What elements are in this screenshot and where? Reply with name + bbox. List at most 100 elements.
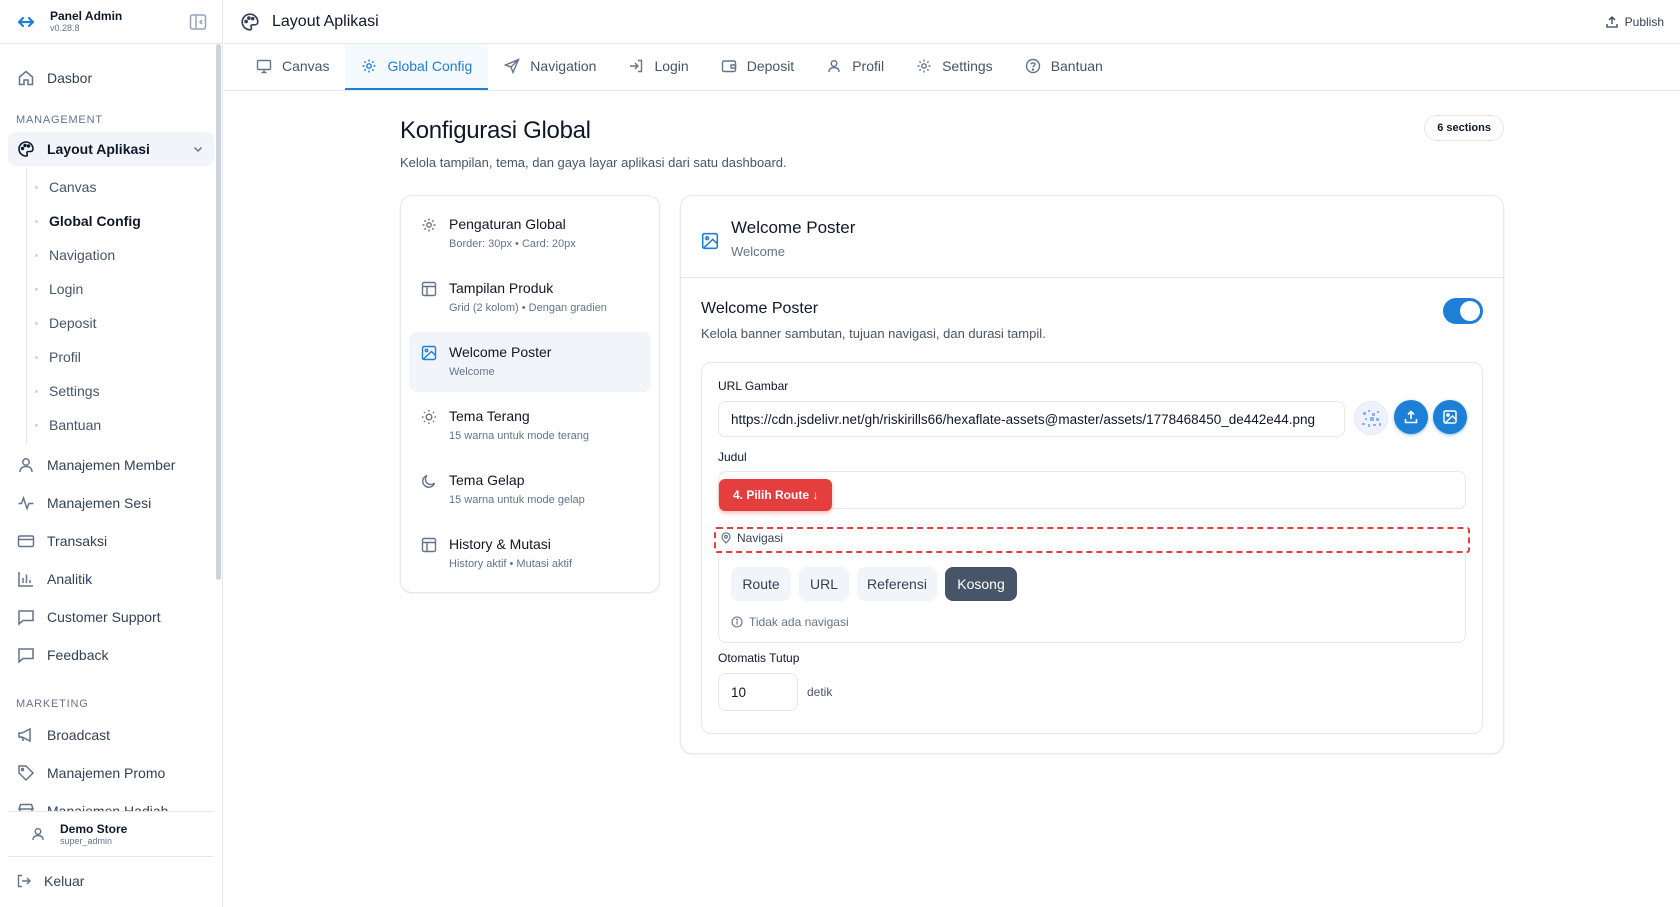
choose-image-button[interactable] — [1433, 400, 1467, 434]
logout-button[interactable]: Keluar — [0, 857, 222, 905]
submenu-item-navigation[interactable]: Navigation — [27, 238, 214, 272]
layout-icon — [421, 281, 437, 297]
nav-option-kosong[interactable]: Kosong — [945, 567, 1017, 601]
tab-login[interactable]: Login — [612, 44, 704, 90]
section-item-tampilan-produk[interactable]: Tampilan Produk Grid (2 kolom) • Dengan g… — [409, 268, 651, 328]
image-icon — [421, 345, 437, 361]
submenu-label: Settings — [49, 383, 100, 399]
submenu-item-bantuan[interactable]: Bantuan — [27, 408, 214, 442]
submenu-label: Login — [49, 281, 84, 297]
user-profile[interactable]: Demo Store super_admin — [8, 811, 214, 857]
submenu-item-global-config[interactable]: Global Config — [27, 204, 214, 238]
sidebar-item-label: Manajemen Promo — [47, 765, 166, 781]
sidebar-scrollbar[interactable] — [216, 44, 221, 580]
user-icon — [828, 60, 840, 73]
submenu-item-profil[interactable]: Profil — [27, 340, 214, 374]
tour-step-badge: 4. Pilih Route ↓ — [719, 479, 833, 511]
image-icon — [701, 232, 719, 250]
section-item-welcome-poster[interactable]: Welcome Poster Welcome — [409, 332, 651, 392]
section-item-tema-terang[interactable]: Tema Terang 15 warna untuk mode terang — [409, 396, 651, 456]
upload-icon — [1605, 15, 1618, 28]
section-title: Tampilan Produk — [449, 280, 554, 296]
sidebar-item-manajemen-sesi[interactable]: Manajemen Sesi — [8, 484, 214, 522]
section-item-tema-gelap[interactable]: Tema Gelap 15 warna untuk mode gelap — [409, 460, 651, 520]
welcome-poster-panel: Welcome Poster Welcome Welcome Poster Ke… — [680, 195, 1504, 754]
sidebar-item-manajemen-member[interactable]: Manajemen Member — [8, 446, 214, 484]
submenu-item-login[interactable]: Login — [27, 272, 214, 306]
app-logo-icon — [17, 16, 35, 27]
bullet-icon — [35, 389, 38, 393]
bullet-icon — [35, 287, 38, 291]
sidebar-collapse-icon[interactable] — [188, 12, 208, 32]
bullet-icon — [35, 219, 38, 223]
nav-option-referensi[interactable]: Referensi — [857, 567, 937, 601]
sections-count-badge: 6 sections — [1424, 115, 1504, 141]
url-gambar-label: URL Gambar — [718, 379, 789, 393]
app-name: Panel Admin — [50, 9, 123, 23]
tab-bantuan[interactable]: Bantuan — [1009, 44, 1119, 90]
tab-global-config[interactable]: Global Config — [345, 44, 489, 90]
panel-title: Welcome Poster — [731, 218, 856, 237]
sidebar-footer: Demo Store super_admin Keluar — [0, 811, 222, 907]
sidebar: Panel Admin v0.28.8 Dasbor MANAGEMENT La… — [0, 0, 223, 907]
sidebar-item-manajemen-hadiah[interactable]: Manajemen Hadiah — [8, 792, 214, 811]
sidebar-section-marketing: MARKETING — [16, 698, 89, 710]
sidebar-item-label: Broadcast — [47, 727, 111, 743]
sun-icon — [422, 410, 436, 424]
image-preview-thumbnail[interactable] — [1354, 401, 1388, 435]
section-desc: Grid (2 kolom) • Dengan gradien — [449, 302, 607, 314]
tab-settings[interactable]: Settings — [900, 44, 1009, 90]
sidebar-item-customer-support[interactable]: Customer Support — [8, 598, 214, 636]
submenu-item-canvas[interactable]: Canvas — [27, 170, 214, 204]
upload-icon — [1404, 410, 1418, 424]
submenu-item-deposit[interactable]: Deposit — [27, 306, 214, 340]
wallet-icon — [721, 60, 736, 73]
section-desc: 15 warna untuk mode gelap — [449, 494, 585, 506]
main-title: Konfigurasi Global — [400, 117, 591, 144]
nav-option-route[interactable]: Route — [731, 567, 791, 601]
sidebar-item-analitik[interactable]: Analitik — [8, 560, 214, 598]
no-navigation-note: Tidak ada navigasi — [731, 615, 849, 629]
sidebar-item-transaksi[interactable]: Transaksi — [8, 522, 214, 560]
map-pin-icon — [721, 532, 731, 544]
upload-image-button[interactable] — [1394, 400, 1428, 434]
page-header: Konfigurasi Global Kelola tampilan, tema… — [400, 115, 1504, 170]
monitor-icon — [256, 59, 272, 74]
section-title: Tema Gelap — [449, 472, 525, 488]
submenu-label: Canvas — [49, 179, 97, 195]
app-version: v0.28.8 — [50, 23, 80, 33]
auto-close-unit: detik — [807, 685, 833, 699]
sidebar-item-label: Transaksi — [47, 533, 108, 549]
section-item-history-mutasi[interactable]: History & Mutasi History aktif • Mutasi a… — [409, 524, 651, 584]
submenu-item-settings[interactable]: Settings — [27, 374, 214, 408]
section-item-pengaturan-global[interactable]: Pengaturan Global Border: 30px • Card: 20… — [409, 204, 651, 264]
section-list: Pengaturan Global Border: 30px • Card: 20… — [400, 195, 660, 593]
tab-label: Canvas — [282, 58, 330, 74]
sidebar-section-management: MANAGEMENT — [16, 114, 103, 126]
page-title: Layout Aplikasi — [272, 12, 379, 30]
welcome-poster-toggle[interactable] — [1443, 298, 1483, 324]
bullet-icon — [35, 423, 38, 427]
sidebar-item-dasbor[interactable]: Dasbor — [8, 59, 214, 97]
enable-title: Welcome Poster — [701, 300, 819, 317]
tab-navigation[interactable]: Navigation — [488, 44, 612, 90]
publish-button[interactable]: Publish — [1605, 15, 1664, 29]
auto-close-input[interactable]: 10 — [718, 673, 798, 711]
tab-deposit[interactable]: Deposit — [705, 44, 810, 90]
enable-row: Welcome Poster Kelola banner sambutan, t… — [701, 298, 1483, 341]
tab-profil[interactable]: Profil — [810, 44, 900, 90]
sidebar-item-broadcast[interactable]: Broadcast — [8, 716, 214, 754]
sidebar-item-layout-aplikasi[interactable]: Layout Aplikasi — [8, 132, 214, 166]
navigasi-label-text: Navigasi — [737, 531, 784, 545]
submenu-label: Navigation — [49, 247, 116, 263]
publish-label: Publish — [1624, 14, 1664, 29]
tab-canvas[interactable]: Canvas — [240, 44, 345, 90]
gear-icon — [362, 59, 376, 73]
sidebar-item-feedback[interactable]: Feedback — [8, 636, 214, 674]
panel-header: Welcome Poster Welcome — [681, 196, 1503, 278]
submenu-label: Bantuan — [49, 417, 102, 433]
sidebar-item-manajemen-promo[interactable]: Manajemen Promo — [8, 754, 214, 792]
nav-option-url[interactable]: URL — [799, 567, 849, 601]
megaphone-icon — [18, 727, 31, 743]
image-url-input[interactable]: https://cdn.jsdelivr.net/gh/riskirills66… — [718, 401, 1345, 437]
